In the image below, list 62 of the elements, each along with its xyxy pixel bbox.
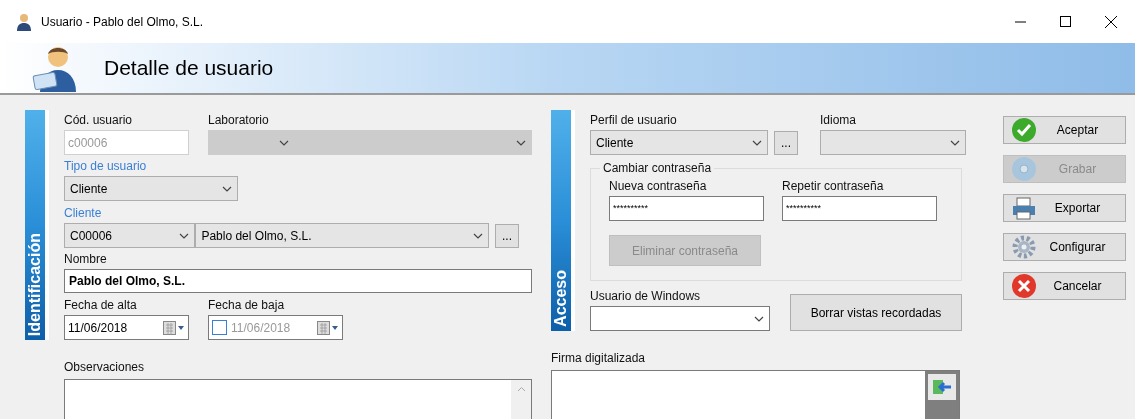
import-arrow-icon <box>932 378 952 396</box>
dropdown[interactable]: Cliente <box>64 176 238 201</box>
action-button[interactable]: Aceptar <box>1003 116 1126 144</box>
chevron-down-icon <box>516 139 526 146</box>
field-label: Laboratorio <box>208 113 270 127</box>
import-button[interactable] <box>928 374 956 400</box>
gear-icon <box>1011 234 1037 260</box>
header-title: Detalle de usuario <box>104 55 274 82</box>
chevron-down-icon <box>279 139 289 146</box>
window-title: Usuario - Pablo del Olmo, S.L. <box>41 13 204 31</box>
field-label: Cód. usuario <box>64 113 134 127</box>
field-label: Cliente <box>64 206 103 220</box>
field-label: Firma digitalizada <box>551 351 647 365</box>
signature-box[interactable] <box>551 370 960 419</box>
ellipsis-button[interactable]: ... <box>495 223 519 248</box>
action-button[interactable]: Configurar <box>1003 233 1126 261</box>
chevron-down-icon <box>179 232 190 239</box>
group-title: Cambiar contraseña <box>602 160 713 177</box>
chevron-down-icon <box>222 185 232 192</box>
chevron-down-icon <box>950 139 960 146</box>
dropdown[interactable]: Pablo del Olmo, S.L. <box>195 223 489 248</box>
field-label: Tipo de usuario <box>64 159 148 173</box>
ellipsis-button[interactable]: ... <box>774 130 798 155</box>
field-label: Usuario de Windows <box>590 289 702 303</box>
date-value: 11/06/2018 <box>68 319 129 337</box>
dropdown[interactable]: Cliente <box>590 130 768 155</box>
printer-icon <box>1011 195 1037 221</box>
action-button[interactable]: Cancelar <box>1003 272 1126 300</box>
maximize-icon[interactable] <box>1060 16 1071 27</box>
date-value: 11/06/2018 <box>231 319 292 337</box>
cancel-icon <box>1011 273 1037 299</box>
field-label: Repetir contraseña <box>782 179 885 193</box>
dropdown[interactable] <box>590 306 770 331</box>
action-button[interactable]: Exportar <box>1003 194 1126 222</box>
field-label: Nueva contraseña <box>609 179 708 193</box>
password-field[interactable]: ********** <box>609 196 764 221</box>
chevron-down-icon <box>752 139 762 146</box>
field-label: Nombre <box>64 252 108 266</box>
dropdown[interactable]: C00006 <box>64 223 196 248</box>
chevron-down-icon <box>754 315 764 322</box>
scroll-up-icon[interactable] <box>516 386 526 392</box>
field-label: Fecha de baja <box>208 298 286 312</box>
section-tab[interactable]: Identificación <box>25 110 49 340</box>
close-icon[interactable] <box>1105 15 1117 28</box>
user-icon <box>16 12 32 31</box>
field-label: Idioma <box>820 113 858 127</box>
checkmark-icon <box>1011 117 1037 143</box>
password-field[interactable]: ********** <box>782 196 937 221</box>
calendar-icon[interactable] <box>317 320 339 335</box>
clear-views-button[interactable]: Borrar vistas recordadas <box>790 294 962 331</box>
date-field[interactable]: 11/06/2018 <box>64 315 189 340</box>
section-tab[interactable]: Acceso <box>551 110 575 331</box>
section-tab-label: Identificación <box>25 232 44 336</box>
chevron-down-icon <box>473 232 483 239</box>
input-field[interactable]: Pablo del Olmo, S.L. <box>64 269 532 293</box>
disc-icon <box>1011 156 1037 182</box>
field-label: Fecha de alta <box>64 298 138 312</box>
field-label: Observaciones <box>64 360 146 374</box>
section-tab-label: Acceso <box>551 270 570 327</box>
field-label: Perfil de usuario <box>590 113 678 127</box>
calendar-icon[interactable] <box>163 320 185 335</box>
checkbox[interactable] <box>212 320 227 335</box>
